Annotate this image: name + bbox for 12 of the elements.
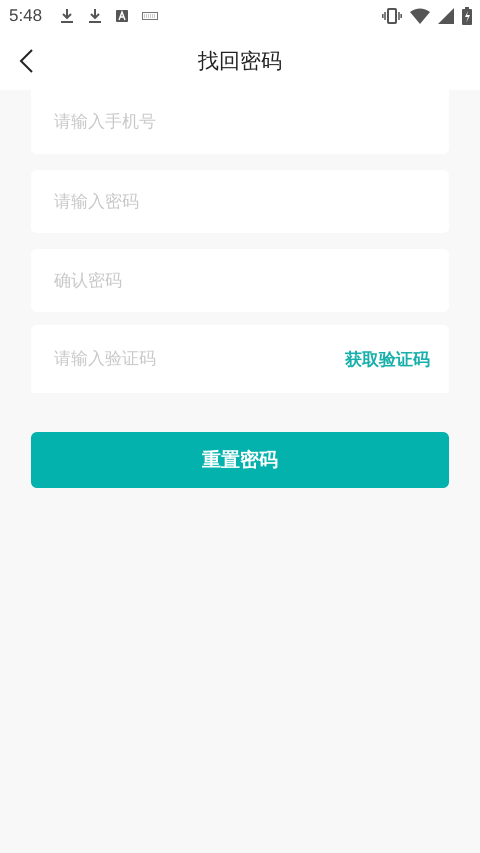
keyboard-icon bbox=[142, 12, 158, 20]
page-title: 找回密码 bbox=[198, 48, 282, 75]
signal-icon bbox=[438, 8, 454, 24]
vibrate-icon bbox=[382, 8, 402, 24]
download-icon bbox=[60, 8, 74, 24]
get-code-button[interactable]: 获取验证码 bbox=[345, 348, 430, 370]
wifi-icon bbox=[410, 8, 430, 24]
reset-password-button[interactable]: 重置密码 bbox=[31, 432, 449, 488]
status-time: 5:48 bbox=[9, 6, 42, 26]
download-icon bbox=[88, 8, 102, 24]
font-icon bbox=[116, 10, 128, 22]
battery-icon bbox=[462, 7, 472, 25]
